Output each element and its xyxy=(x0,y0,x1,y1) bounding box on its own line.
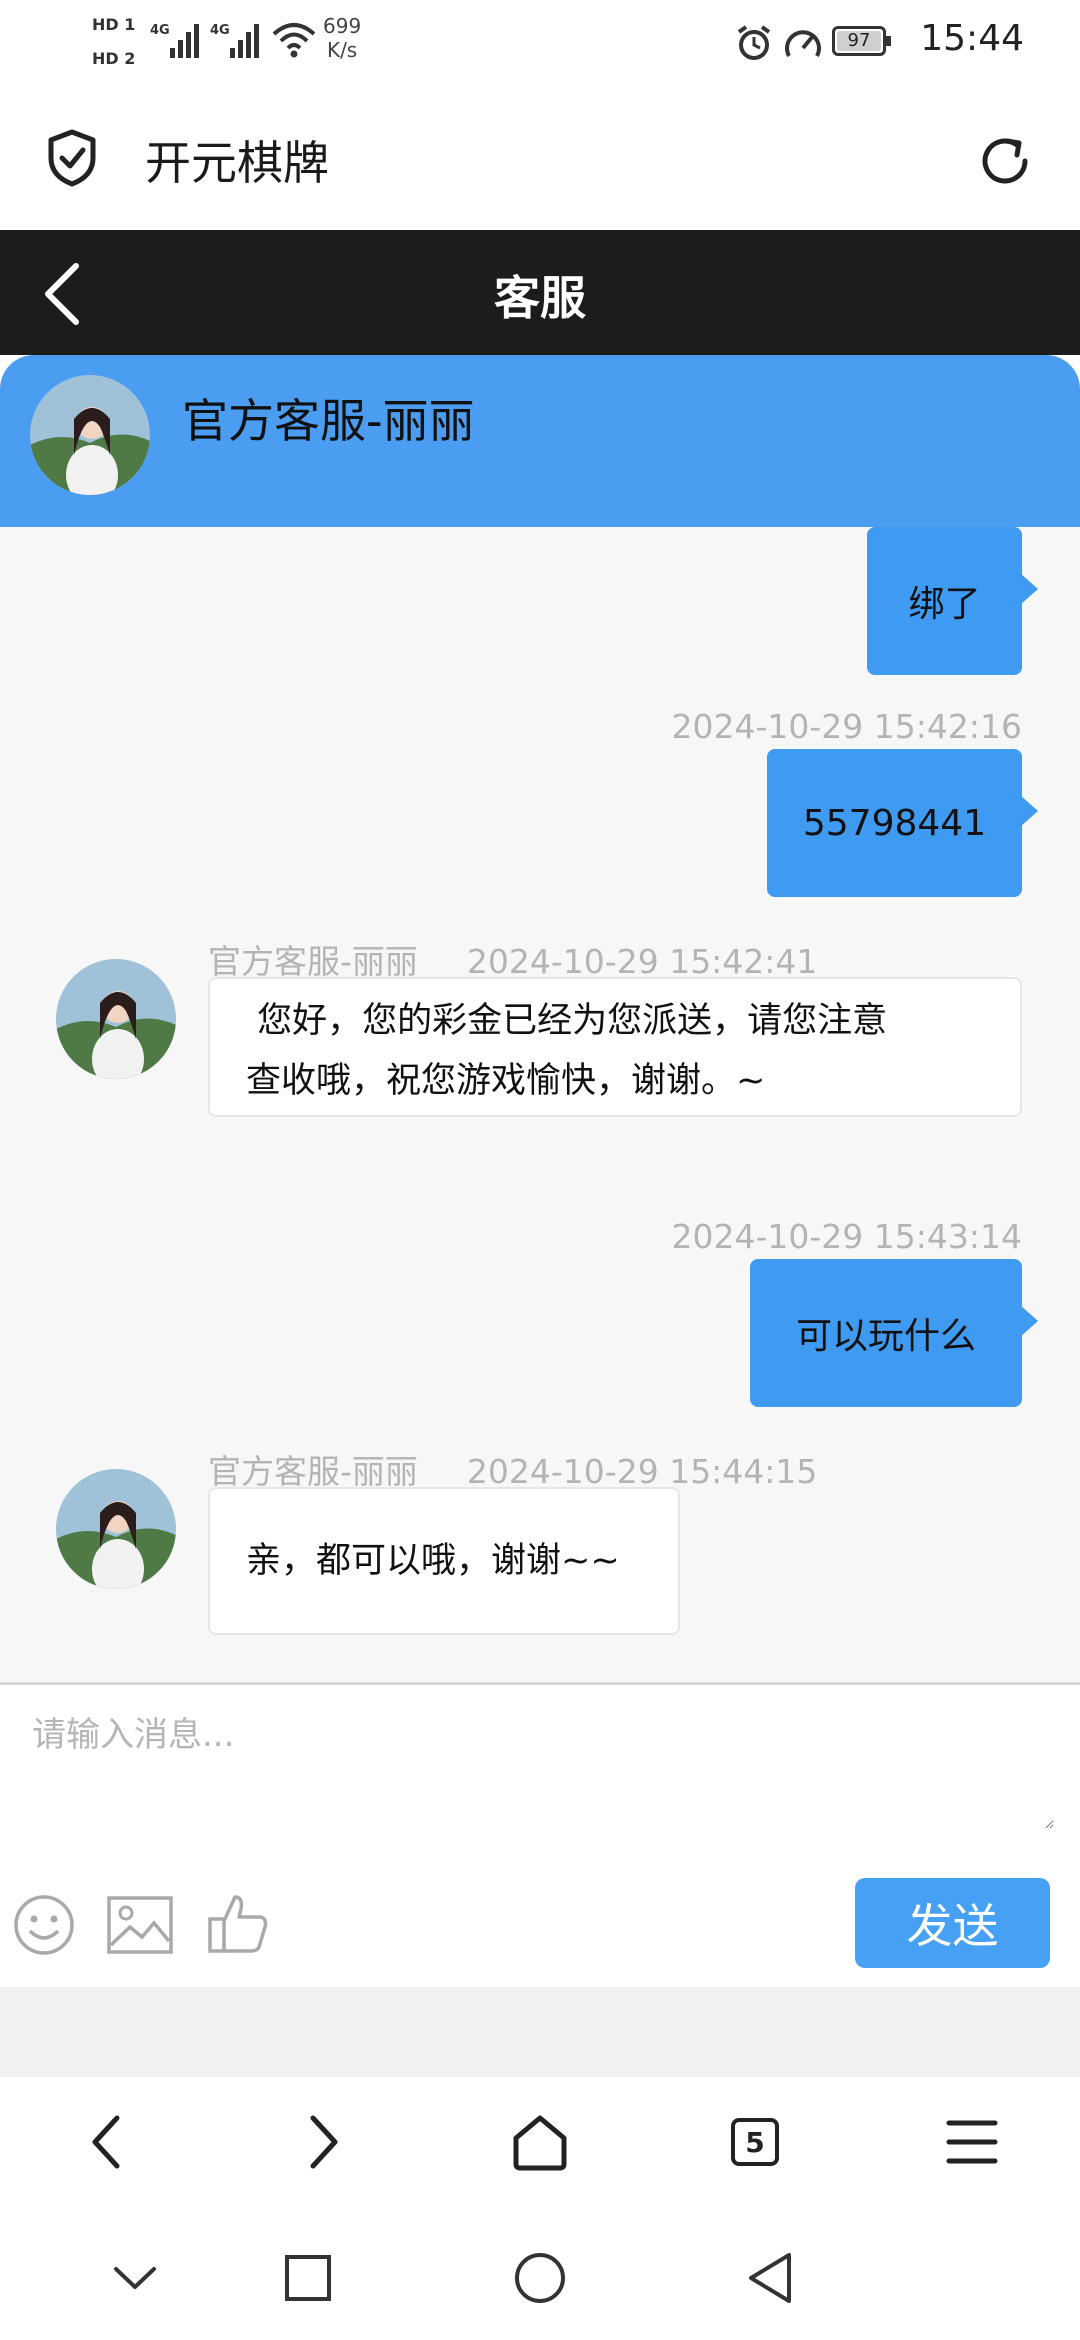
spacer-band xyxy=(0,1987,1080,2077)
clock: 15:44 xyxy=(920,18,1024,59)
refresh-icon[interactable] xyxy=(977,133,1033,193)
emoji-icon[interactable] xyxy=(12,1893,76,1961)
message-meta: 官方客服-丽丽 2024-10-29 15:42:41 xyxy=(208,935,817,983)
browser-title-bar: 开元棋牌 xyxy=(0,95,1080,230)
speedometer-icon xyxy=(783,24,823,66)
status-bar: HD 1 HD 2 4G 4G 699 K/s 97 15:44 xyxy=(0,0,1080,90)
message-timestamp: 2024-10-29 15:43:14 xyxy=(671,1217,1022,1256)
site-title: 开元棋牌 xyxy=(145,136,329,190)
tab-count: 5 xyxy=(731,2118,779,2166)
message-timestamp: 2024-10-29 15:42:41 xyxy=(466,942,818,981)
alarm-icon xyxy=(735,24,773,66)
agent-avatar[interactable] xyxy=(30,375,150,495)
agent-avatar[interactable] xyxy=(56,959,176,1079)
chat-area[interactable]: 绑了 2024-10-29 15:42:16 55798441 官方客服-丽丽 … xyxy=(0,527,1080,1682)
wifi-icon xyxy=(272,20,316,64)
sender-name: 官方客服-丽丽 xyxy=(208,1452,418,1491)
sender-name: 官方客服-丽丽 xyxy=(208,942,418,981)
message-composer: 发送 xyxy=(0,1682,1080,1990)
message-input[interactable] xyxy=(30,1705,1054,1829)
browser-bottom-bar: 5 xyxy=(0,2077,1080,2227)
message-bubble-outgoing[interactable]: 可以玩什么 xyxy=(750,1259,1038,1407)
collapse-chevron-icon[interactable] xyxy=(90,2233,180,2323)
message-meta: 官方客服-丽丽 2024-10-29 15:44:15 xyxy=(208,1445,817,1493)
menu-icon[interactable] xyxy=(927,2097,1017,2187)
battery-icon: 97 xyxy=(832,26,891,56)
message-bubble-outgoing[interactable]: 55798441 xyxy=(767,749,1038,897)
back-icon[interactable] xyxy=(62,2097,152,2187)
sim1-indicator: HD 1 xyxy=(92,15,136,34)
agent-avatar[interactable] xyxy=(56,1469,176,1589)
network-speed: 699 K/s xyxy=(323,14,362,62)
image-icon[interactable] xyxy=(106,1895,174,1959)
back-triangle-icon[interactable] xyxy=(725,2233,815,2323)
system-navigation-bar xyxy=(0,2227,1080,2340)
recents-square-icon[interactable] xyxy=(263,2233,353,2323)
battery-level: 97 xyxy=(837,31,881,51)
send-button[interactable]: 发送 xyxy=(855,1878,1050,1968)
agent-header: 官方客服-丽丽 xyxy=(0,355,1080,527)
forward-icon[interactable] xyxy=(278,2097,368,2187)
agent-name: 官方客服-丽丽 xyxy=(182,394,475,448)
thumbs-up-icon[interactable] xyxy=(207,1891,269,1959)
message-bubble-incoming[interactable]: 您好，您的彩金已经为您派送，请您注意 查收哦，祝您游戏愉快，谢谢。~ xyxy=(208,977,1022,1117)
sim2-indicator: HD 2 xyxy=(92,49,136,68)
message-bubble-incoming[interactable]: 亲，都可以哦，谢谢~~ xyxy=(208,1487,680,1635)
message-timestamp: 2024-10-29 15:44:15 xyxy=(466,1452,818,1491)
tabs-icon[interactable]: 5 xyxy=(710,2097,800,2187)
message-timestamp: 2024-10-29 15:42:16 xyxy=(671,707,1022,746)
message-bubble-outgoing[interactable]: 绑了 xyxy=(867,527,1038,675)
shield-check-icon[interactable] xyxy=(45,128,99,192)
page-title: 客服 xyxy=(494,271,586,325)
home-circle-icon[interactable] xyxy=(495,2233,585,2323)
home-icon[interactable] xyxy=(495,2097,585,2187)
page-header: 客服 xyxy=(0,230,1080,355)
